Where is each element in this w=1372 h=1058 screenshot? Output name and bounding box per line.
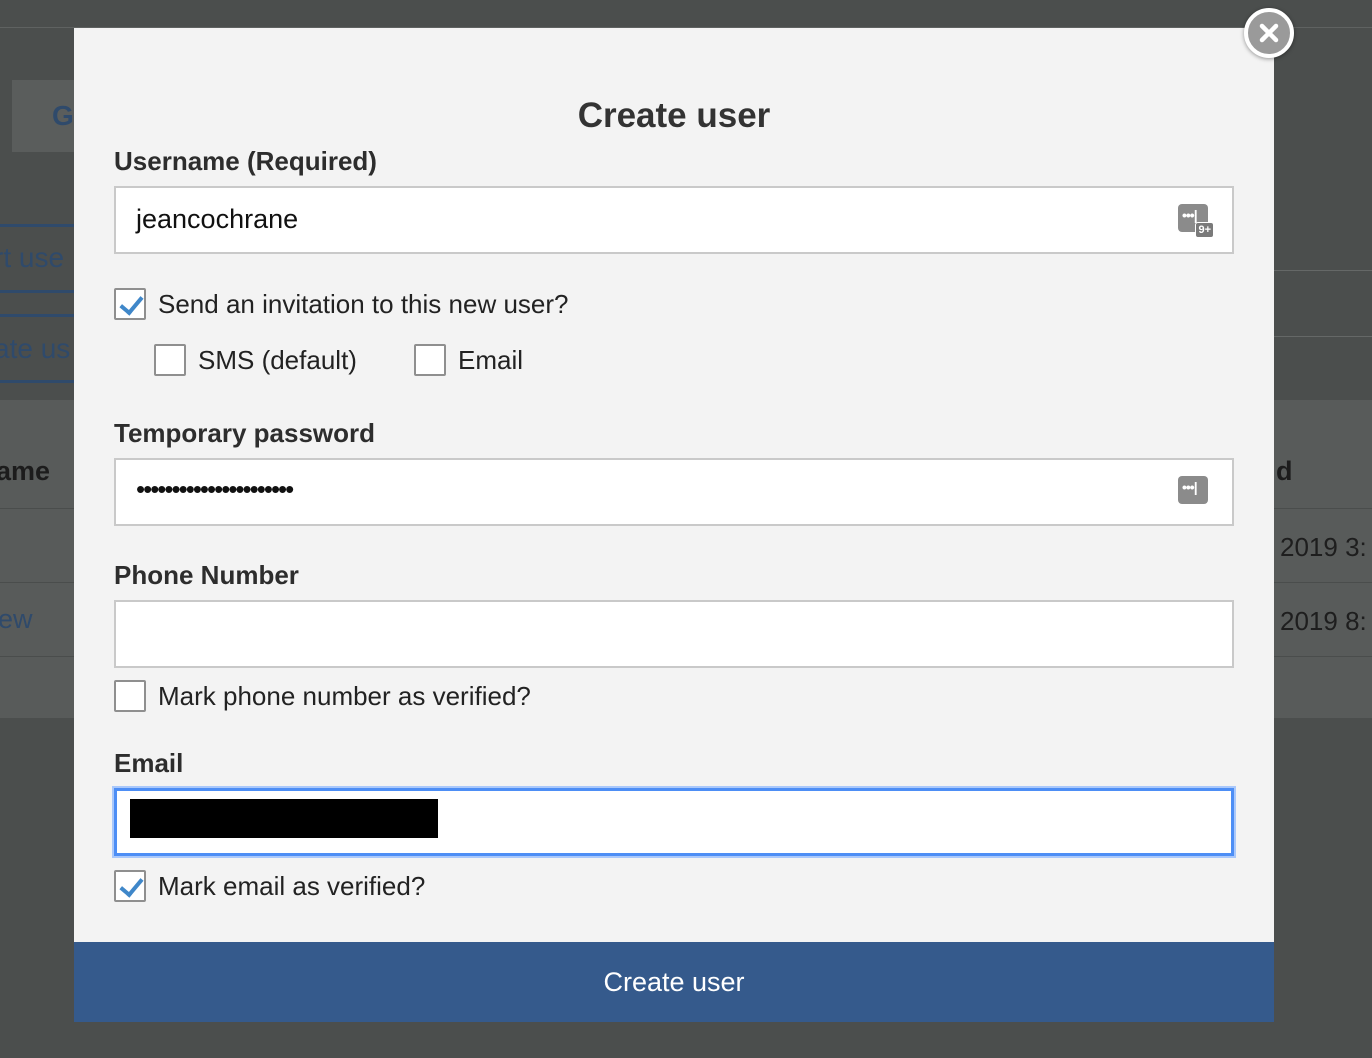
send-invitation-row[interactable]: Send an invitation to this new user? xyxy=(114,288,568,320)
temporary-password-input[interactable]: •••••••••••••••••••••• •••| xyxy=(114,458,1234,526)
dialog-title: Create user xyxy=(577,96,771,135)
background-link-border xyxy=(0,380,80,383)
send-invitation-label: Send an invitation to this new user? xyxy=(158,288,569,319)
create-user-dialog: Create user Username (Required) jeancoch… xyxy=(74,28,1274,1022)
email-invite-label: Email xyxy=(458,344,524,375)
background-link-border xyxy=(0,314,80,317)
email-option-row[interactable]: Email xyxy=(414,344,523,376)
background-table-cell: ew xyxy=(0,604,33,634)
temporary-password-label: Temporary password xyxy=(114,418,376,448)
phone-verified-label: Mark phone number as verified? xyxy=(158,680,531,711)
phone-verified-checkbox[interactable] xyxy=(114,680,146,712)
username-label: Username (Required) xyxy=(114,146,377,176)
email-label: Email xyxy=(114,748,184,778)
email-verified-checkbox[interactable] xyxy=(114,870,146,902)
close-icon xyxy=(1259,23,1279,43)
close-dialog-button[interactable] xyxy=(1244,8,1294,58)
background-table-cell: 2019 8: xyxy=(1280,606,1367,636)
email-verified-row[interactable]: Mark email as verified? xyxy=(114,870,425,902)
background-divider xyxy=(1274,270,1372,271)
background-column-header: ame xyxy=(0,456,51,486)
background-table-cell: 2019 3: xyxy=(1280,532,1367,562)
background-create-link: ate us xyxy=(0,333,71,364)
email-input[interactable] xyxy=(114,788,1234,856)
password-manager-icon[interactable]: •••| xyxy=(1178,476,1208,504)
username-input[interactable]: jeancochrane •••| 9+ xyxy=(114,186,1234,254)
sms-checkbox[interactable] xyxy=(154,344,186,376)
background-divider xyxy=(1274,336,1372,337)
phone-verified-row[interactable]: Mark phone number as verified? xyxy=(114,680,531,712)
sms-option-row[interactable]: SMS (default) xyxy=(154,344,357,376)
redacted-email-value xyxy=(130,799,438,838)
email-verified-label: Mark email as verified? xyxy=(158,870,426,901)
background-link-border xyxy=(0,290,80,293)
email-invite-checkbox[interactable] xyxy=(414,344,446,376)
send-invitation-checkbox[interactable] xyxy=(114,288,146,320)
background-tab-label: G xyxy=(52,100,74,131)
password-masked-value: •••••••••••••••••••••• xyxy=(136,474,294,504)
phone-number-label: Phone Number xyxy=(114,560,299,590)
background-import-link: rt use xyxy=(0,242,65,273)
background-header xyxy=(0,0,1372,28)
autofill-count-badge: 9+ xyxy=(1195,222,1214,238)
background-link-border xyxy=(0,224,80,227)
sms-label: SMS (default) xyxy=(198,344,357,375)
username-value: jeancochrane xyxy=(136,204,299,234)
background-column-header: d xyxy=(1276,456,1293,486)
create-user-button[interactable]: Create user xyxy=(74,942,1274,1022)
phone-number-input[interactable] xyxy=(114,600,1234,668)
password-manager-icon[interactable]: •••| 9+ xyxy=(1178,204,1214,238)
